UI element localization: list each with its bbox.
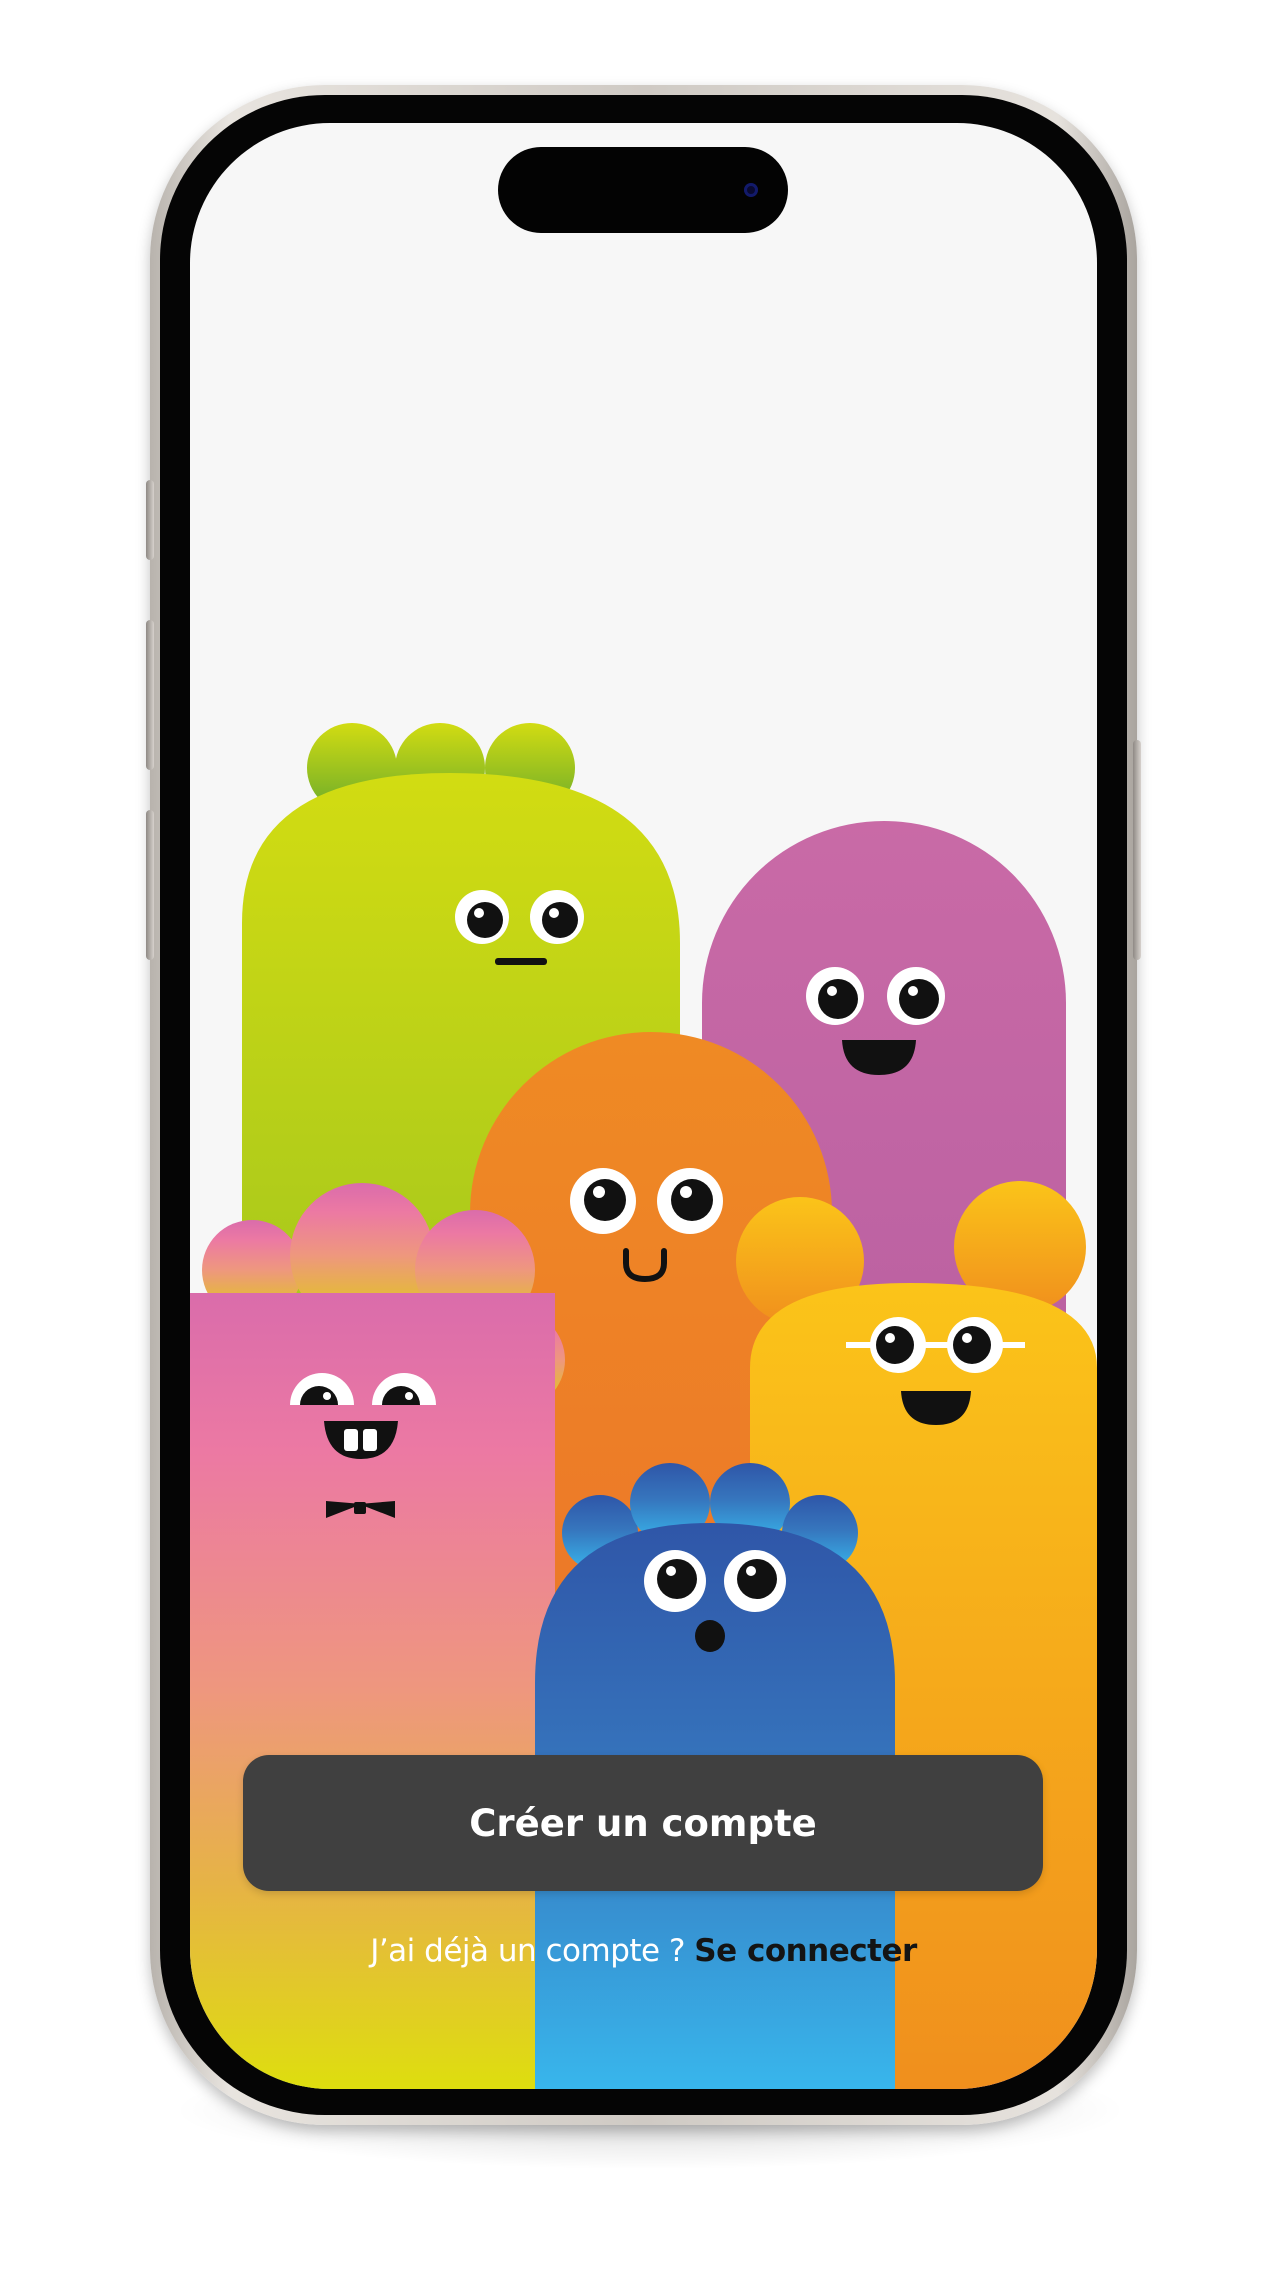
power-button bbox=[1133, 740, 1141, 960]
app-screen: Créer un compte J’ai déjà un compte ? Se… bbox=[190, 123, 1097, 2089]
create-account-button[interactable]: Créer un compte bbox=[243, 1755, 1043, 1891]
dynamic-island bbox=[498, 147, 788, 233]
login-prompt-text: J’ai déjà un compte ? bbox=[370, 1933, 685, 1969]
create-account-label: Créer un compte bbox=[469, 1801, 817, 1845]
login-link[interactable]: Se connecter bbox=[694, 1933, 917, 1969]
front-camera-icon bbox=[744, 183, 758, 197]
volume-down-button bbox=[146, 810, 154, 960]
login-prompt: J’ai déjà un compte ? Se connecter bbox=[190, 1933, 1097, 1969]
action-button bbox=[146, 480, 154, 560]
volume-up-button bbox=[146, 620, 154, 770]
